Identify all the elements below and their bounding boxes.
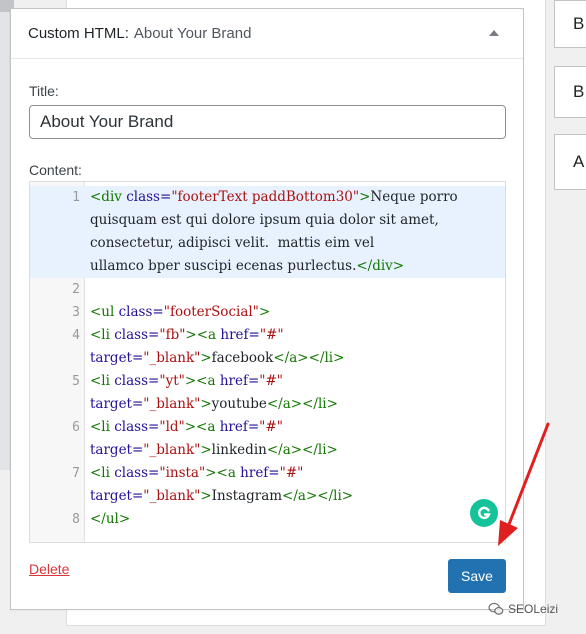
widget-header[interactable]: Custom HTML: About Your Brand [11, 9, 523, 59]
save-button[interactable]: Save [448, 559, 506, 593]
line-number: 6 [72, 420, 80, 435]
code-line: target="_blank">linkedin</a></li> [30, 439, 505, 462]
code-text: ullamco bper suscipi ecenas purlectus.</… [90, 258, 405, 274]
line-number: 8 [72, 512, 80, 527]
code-line: 6 <li class="ld"><a href="#" [30, 416, 505, 439]
code-line: 2 [30, 278, 505, 301]
code-line: 1 <div class="footerText paddBottom30">Ne… [30, 186, 505, 209]
widget-type-label: Custom HTML [28, 25, 125, 42]
code-text: target="_blank">linkedin</a></li> [90, 442, 338, 458]
code-text: quisquam est qui dolore ipsum quia dolor… [90, 212, 439, 228]
widget-title-separator: : [124, 25, 129, 42]
code-text: <li class="ld"><a href="#" [90, 419, 283, 435]
code-text: <div class="footerText paddBottom30">Neq… [90, 189, 458, 205]
code-line: quisquam est qui dolore ipsum quia dolor… [30, 209, 505, 232]
code-line: 8 </ul> [30, 508, 505, 531]
code-line: target="_blank">youtube</a></li> [30, 393, 505, 416]
widget-title: Custom HTML: About Your Brand [28, 25, 251, 42]
line-number: 3 [72, 305, 80, 320]
code-text: target="_blank">youtube</a></li> [90, 396, 338, 412]
code-line: ullamco bper suscipi ecenas purlectus.</… [30, 255, 505, 278]
admin-left-edge [0, 0, 10, 470]
code-editor[interactable]: 1 <div class="footerText paddBottom30">Ne… [29, 181, 506, 543]
red-arrow-annotation [498, 422, 550, 546]
code-text: <ul class="footerSocial"> [90, 304, 271, 320]
title-label: Title: [29, 83, 59, 99]
code-text: target="_blank">Instagram</a></li> [90, 488, 354, 504]
wechat-icon [488, 603, 504, 615]
code-text: <li class="insta"><a href="#" [90, 465, 304, 481]
line-number: 7 [72, 466, 80, 481]
code-line: 7 <li class="insta"><a href="#" [30, 462, 505, 485]
delete-link[interactable]: Delete [29, 561, 69, 577]
line-number: 5 [72, 374, 80, 389]
code-text: consectetur, adipisci velit. mattis eim … [90, 235, 375, 251]
code-text: target="_blank">facebook</a></li> [90, 350, 345, 366]
right-widget-item[interactable]: B [554, 66, 586, 118]
code-line: 4 <li class="fb"><a href="#" [30, 324, 505, 347]
code-text: <li class="yt"><a href="#" [90, 373, 283, 389]
line-number: 4 [72, 328, 80, 343]
line-number: 2 [72, 282, 80, 297]
right-widget-item[interactable]: B [554, 0, 586, 48]
collapse-arrow-icon[interactable] [489, 30, 499, 36]
code-line: 5 <li class="yt"><a href="#" [30, 370, 505, 393]
custom-html-widget: Custom HTML: About Your Brand Title: Abou… [10, 8, 524, 610]
content-label: Content: [29, 162, 82, 178]
line-number: 1 [72, 190, 80, 205]
code-text: </ul> [90, 511, 131, 527]
title-input[interactable]: About Your Brand [29, 105, 506, 139]
code-line: consectetur, adipisci velit. mattis eim … [30, 232, 505, 255]
code-line: target="_blank">Instagram</a></li> [30, 485, 505, 508]
code-line: 3 <ul class="footerSocial"> [30, 301, 505, 324]
widget-instance-title: About Your Brand [133, 25, 252, 42]
code-lines: 1 <div class="footerText paddBottom30">Ne… [30, 186, 505, 531]
code-text: <li class="fb"><a href="#" [90, 327, 284, 343]
watermark: SEOLeizi [488, 602, 558, 616]
right-widget-item[interactable]: A [554, 134, 586, 190]
code-line: target="_blank">facebook</a></li> [30, 347, 505, 370]
watermark-text: SEOLeizi [508, 602, 559, 616]
